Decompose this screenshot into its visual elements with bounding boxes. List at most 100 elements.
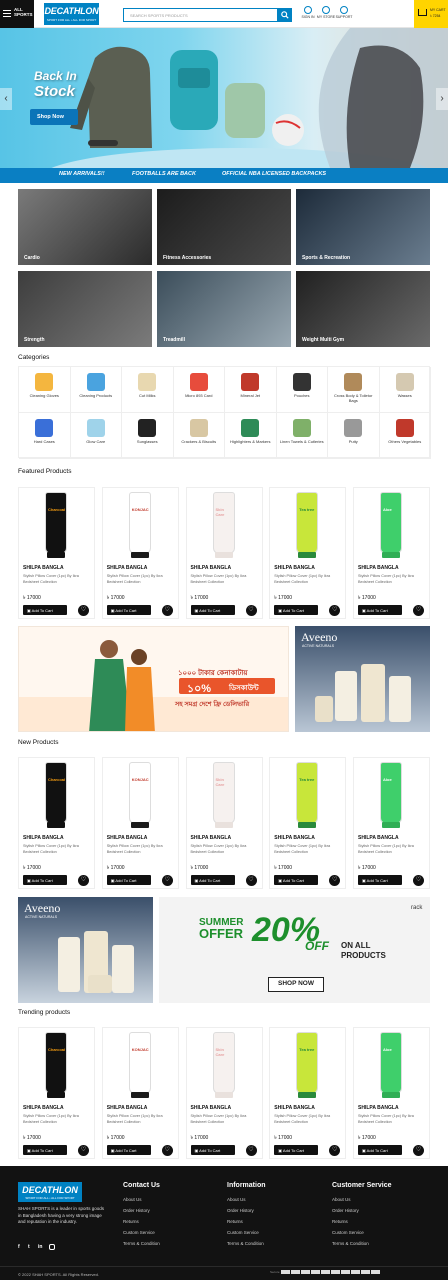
product-card[interactable]: Skin Care SHILPA BANGLA Stylish Pillow Cov… bbox=[185, 757, 263, 889]
tile-weight-multi-gym[interactable]: Weight Multi Gym bbox=[296, 271, 430, 347]
product-card[interactable]: Tea tree SHILPA BANGLA Stylish Pillow Cove… bbox=[269, 487, 347, 619]
wishlist-heart-icon[interactable]: ♡ bbox=[245, 605, 257, 616]
summer-shop-now-button[interactable]: SHOP NOW bbox=[268, 977, 324, 992]
facebook-icon[interactable]: f bbox=[18, 1244, 24, 1250]
footer-link[interactable]: Custom Service bbox=[227, 1227, 266, 1238]
bengali-discount-banner[interactable]: ১০০০ টাকার কেনাকাটায় ১০% ডিসকাউন্ট সহ স… bbox=[18, 626, 289, 732]
add-to-cart-button[interactable]: ▣ Add To Cart bbox=[358, 875, 402, 885]
add-to-cart-button[interactable]: ▣ Add To Cart bbox=[190, 605, 235, 615]
tile-cardio[interactable]: Cardio bbox=[18, 189, 152, 265]
footer-link[interactable]: Terms & Condition bbox=[332, 1238, 392, 1249]
wishlist-heart-icon[interactable]: ♡ bbox=[161, 875, 173, 886]
wishlist-heart-icon[interactable]: ♡ bbox=[78, 605, 89, 616]
product-name[interactable]: SHILPA BANGLA bbox=[358, 1105, 399, 1111]
product-image[interactable]: Aloe bbox=[372, 762, 412, 828]
category-item[interactable]: Cross Body & Toiletor Bags bbox=[328, 367, 380, 413]
footer-logo[interactable]: DECATHLON SPORT FOR ALL • ALL FOR SPORT bbox=[18, 1182, 82, 1202]
carousel-prev-button[interactable]: ‹ bbox=[0, 88, 12, 110]
tile-fitness-accessories[interactable]: Fitness Accessories bbox=[157, 189, 291, 265]
add-to-cart-button[interactable]: ▣ Add To Cart bbox=[190, 875, 235, 885]
add-to-cart-button[interactable]: ▣ Add To Cart bbox=[190, 1145, 235, 1155]
category-item[interactable]: Micro 893 Card bbox=[173, 367, 225, 413]
category-item[interactable]: Sunglasses bbox=[122, 413, 174, 459]
product-image[interactable]: Skin Care bbox=[205, 492, 245, 558]
wishlist-heart-icon[interactable]: ♡ bbox=[329, 605, 341, 616]
footer-link[interactable]: Order History bbox=[227, 1205, 266, 1216]
product-name[interactable]: SHILPA BANGLA bbox=[23, 565, 64, 571]
product-card[interactable]: Aloe SHILPA BANGLA Stylish Pillow Cover (1… bbox=[353, 487, 430, 619]
product-name[interactable]: SHILPA BANGLA bbox=[191, 835, 232, 841]
product-card[interactable]: Skin Care SHILPA BANGLA Stylish Pillow Cov… bbox=[185, 487, 263, 619]
product-card[interactable]: Tea tree SHILPA BANGLA Stylish Pillow Cove… bbox=[269, 757, 347, 889]
sign-in-link[interactable]: SIGN IN bbox=[298, 6, 318, 19]
product-card[interactable]: Charcoal SHILPA BANGLA Stylish Pillow Cove… bbox=[18, 1027, 95, 1159]
category-item[interactable]: Mineral Jet bbox=[225, 367, 277, 413]
wishlist-heart-icon[interactable]: ♡ bbox=[329, 1145, 341, 1156]
footer-link[interactable]: Order History bbox=[332, 1205, 392, 1216]
product-name[interactable]: SHILPA BANGLA bbox=[23, 1105, 64, 1111]
product-card[interactable]: Charcoal SHILPA BANGLA Stylish Pillow Cove… bbox=[18, 757, 95, 889]
add-to-cart-button[interactable]: ▣ Add To Cart bbox=[106, 605, 151, 615]
product-name[interactable]: SHILPA BANGLA bbox=[107, 835, 148, 841]
wishlist-heart-icon[interactable]: ♡ bbox=[245, 875, 257, 886]
product-name[interactable]: SHILPA BANGLA bbox=[274, 835, 315, 841]
product-image[interactable]: KONJAC bbox=[121, 762, 161, 828]
promo-nba-backpacks[interactable]: OFFICIAL NBA LICENSED BACKPACKS bbox=[222, 171, 326, 177]
promo-new-arrivals[interactable]: NEW ARRIVALS!! bbox=[59, 171, 105, 177]
add-to-cart-button[interactable]: ▣ Add To Cart bbox=[274, 605, 319, 615]
tile-treadmill[interactable]: Treadmill bbox=[157, 271, 291, 347]
product-card[interactable]: KONJAC SHILPA BANGLA Stylish Pillow Cover … bbox=[101, 1027, 179, 1159]
twitter-icon[interactable]: t bbox=[28, 1244, 34, 1250]
wishlist-heart-icon[interactable]: ♡ bbox=[245, 1145, 257, 1156]
shop-now-button[interactable]: Shop Now bbox=[30, 109, 78, 125]
category-item[interactable]: Crackers & Biscuits bbox=[173, 413, 225, 459]
footer-link[interactable]: Terms & Condition bbox=[227, 1238, 266, 1249]
wishlist-heart-icon[interactable]: ♡ bbox=[329, 875, 341, 886]
product-card[interactable]: Charcoal SHILPA BANGLA Stylish Pillow Cove… bbox=[18, 487, 95, 619]
search-button[interactable] bbox=[278, 8, 292, 22]
category-item[interactable]: Cut Milks bbox=[122, 367, 174, 413]
footer-link[interactable]: Order History bbox=[123, 1205, 160, 1216]
product-image[interactable]: Charcoal bbox=[37, 492, 77, 558]
footer-link[interactable]: Returns bbox=[227, 1216, 266, 1227]
product-image[interactable]: KONJAC bbox=[121, 1032, 161, 1098]
product-name[interactable]: SHILPA BANGLA bbox=[358, 835, 399, 841]
aveeno-banner-bottom[interactable]: Aveeno ACTIVE NATURALS bbox=[18, 897, 153, 1003]
product-image[interactable]: Charcoal bbox=[37, 762, 77, 828]
product-name[interactable]: SHILPA BANGLA bbox=[274, 565, 315, 571]
decathlon-logo[interactable]: DECATHLON SPORT FOR ALL • ALL FOR SPORT bbox=[44, 3, 99, 25]
product-card[interactable]: Aloe SHILPA BANGLA Stylish Pillow Cover (1… bbox=[353, 1027, 430, 1159]
product-name[interactable]: SHILPA BANGLA bbox=[358, 565, 399, 571]
category-item[interactable]: Pouches bbox=[276, 367, 328, 413]
category-item[interactable]: Cleaning Gloves bbox=[19, 367, 71, 413]
wishlist-heart-icon[interactable]: ♡ bbox=[413, 875, 424, 886]
wishlist-heart-icon[interactable]: ♡ bbox=[413, 1145, 424, 1156]
cart-button[interactable]: MY CART ৳ 7254 bbox=[414, 0, 448, 28]
product-card[interactable]: Tea tree SHILPA BANGLA Stylish Pillow Cove… bbox=[269, 1027, 347, 1159]
wishlist-heart-icon[interactable]: ♡ bbox=[78, 1145, 89, 1156]
add-to-cart-button[interactable]: ▣ Add To Cart bbox=[106, 1145, 151, 1155]
footer-link[interactable]: Custom Service bbox=[123, 1227, 160, 1238]
footer-link[interactable]: Custom Service bbox=[332, 1227, 392, 1238]
wishlist-heart-icon[interactable]: ♡ bbox=[78, 875, 89, 886]
search-input[interactable]: SEARCH SPORTS PRODUCTS bbox=[123, 8, 278, 22]
footer-link[interactable]: Returns bbox=[123, 1216, 160, 1227]
add-to-cart-button[interactable]: ▣ Add To Cart bbox=[23, 1145, 67, 1155]
add-to-cart-button[interactable]: ▣ Add To Cart bbox=[106, 875, 151, 885]
product-name[interactable]: SHILPA BANGLA bbox=[191, 565, 232, 571]
product-image[interactable]: Charcoal bbox=[37, 1032, 77, 1098]
product-name[interactable]: SHILPA BANGLA bbox=[23, 835, 64, 841]
instagram-icon[interactable] bbox=[49, 1244, 55, 1250]
product-image[interactable]: Aloe bbox=[372, 492, 412, 558]
product-image[interactable]: Skin Care bbox=[205, 1032, 245, 1098]
add-to-cart-button[interactable]: ▣ Add To Cart bbox=[358, 605, 402, 615]
promo-footballs[interactable]: FOOTBALLS ARE BACK bbox=[132, 171, 196, 177]
aveeno-banner-top[interactable]: Aveeno ACTIVE NATURALS bbox=[295, 626, 430, 732]
footer-link[interactable]: Returns bbox=[332, 1216, 392, 1227]
product-image[interactable]: Tea tree bbox=[288, 492, 328, 558]
support-link[interactable]: SUPPORT bbox=[334, 6, 354, 19]
category-item[interactable]: Highlighters & Markers bbox=[225, 413, 277, 459]
add-to-cart-button[interactable]: ▣ Add To Cart bbox=[23, 605, 67, 615]
product-card[interactable]: KONJAC SHILPA BANGLA Stylish Pillow Cover … bbox=[101, 487, 179, 619]
linkedin-icon[interactable]: in bbox=[38, 1244, 44, 1250]
